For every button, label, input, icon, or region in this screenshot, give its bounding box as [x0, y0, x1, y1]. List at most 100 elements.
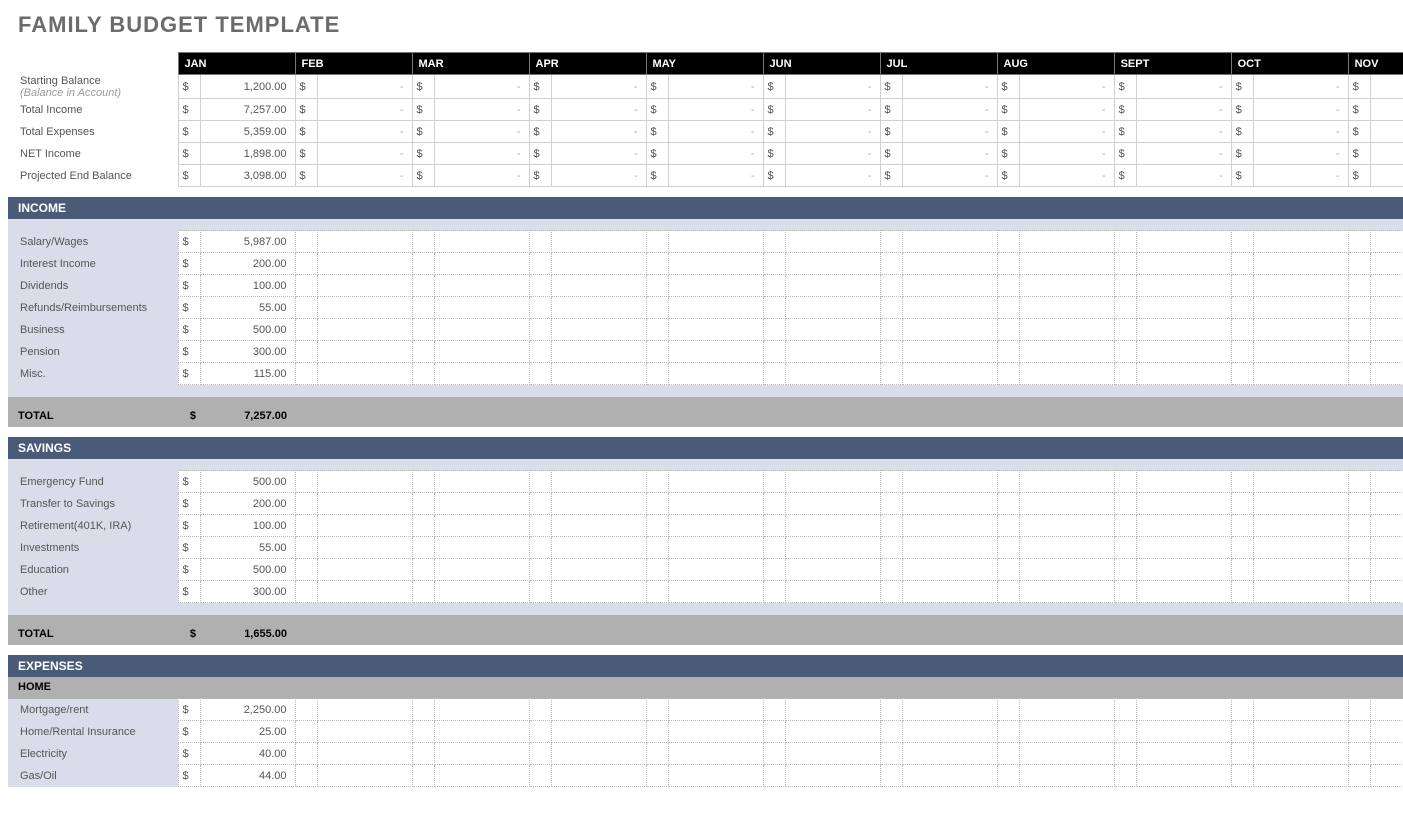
detail-empty[interactable] — [317, 765, 412, 787]
detail-currency[interactable]: $ — [178, 559, 200, 581]
summary-currency[interactable]: $ — [178, 121, 200, 143]
summary-currency[interactable]: $ — [880, 121, 902, 143]
detail-value[interactable]: 300.00 — [200, 341, 295, 363]
detail-empty[interactable] — [1114, 699, 1136, 721]
summary-currency[interactable]: $ — [529, 99, 551, 121]
detail-empty[interactable] — [997, 275, 1019, 297]
detail-empty[interactable] — [412, 341, 434, 363]
detail-empty[interactable] — [1231, 275, 1253, 297]
detail-empty[interactable] — [646, 231, 668, 253]
detail-empty[interactable] — [880, 537, 902, 559]
summary-value[interactable]: - — [1019, 75, 1114, 99]
summary-value[interactable]: - — [317, 143, 412, 165]
detail-empty[interactable] — [1019, 721, 1114, 743]
summary-value[interactable]: - — [434, 121, 529, 143]
detail-empty[interactable] — [668, 699, 763, 721]
summary-value[interactable]: - — [785, 99, 880, 121]
detail-empty[interactable] — [1019, 699, 1114, 721]
detail-currency[interactable]: $ — [178, 471, 200, 493]
detail-empty[interactable] — [1136, 699, 1231, 721]
summary-currency[interactable]: $ — [178, 165, 200, 187]
detail-empty[interactable] — [412, 765, 434, 787]
detail-empty[interactable] — [1253, 699, 1348, 721]
detail-empty[interactable] — [763, 721, 785, 743]
detail-empty[interactable] — [1370, 253, 1403, 275]
detail-empty[interactable] — [785, 581, 880, 603]
detail-empty[interactable] — [317, 341, 412, 363]
summary-value[interactable]: - — [1253, 121, 1348, 143]
detail-empty[interactable] — [412, 297, 434, 319]
detail-empty[interactable] — [1370, 275, 1403, 297]
detail-empty[interactable] — [668, 721, 763, 743]
detail-empty[interactable] — [1348, 515, 1370, 537]
detail-empty[interactable] — [785, 699, 880, 721]
summary-value[interactable]: - — [668, 143, 763, 165]
detail-value[interactable]: 55.00 — [200, 537, 295, 559]
detail-empty[interactable] — [880, 319, 902, 341]
detail-empty[interactable] — [1136, 319, 1231, 341]
detail-empty[interactable] — [317, 471, 412, 493]
summary-currency[interactable]: $ — [529, 121, 551, 143]
detail-currency[interactable]: $ — [178, 515, 200, 537]
detail-empty[interactable] — [902, 253, 997, 275]
detail-empty[interactable] — [1253, 537, 1348, 559]
summary-currency[interactable]: $ — [763, 99, 785, 121]
summary-value[interactable]: - — [1019, 165, 1114, 187]
detail-empty[interactable] — [763, 765, 785, 787]
detail-empty[interactable] — [668, 515, 763, 537]
detail-value[interactable]: 25.00 — [200, 721, 295, 743]
detail-empty[interactable] — [646, 341, 668, 363]
detail-empty[interactable] — [317, 253, 412, 275]
detail-empty[interactable] — [1348, 341, 1370, 363]
detail-empty[interactable] — [997, 721, 1019, 743]
detail-empty[interactable] — [529, 537, 551, 559]
detail-empty[interactable] — [785, 537, 880, 559]
detail-empty[interactable] — [1114, 363, 1136, 385]
detail-empty[interactable] — [434, 581, 529, 603]
detail-empty[interactable] — [551, 363, 646, 385]
detail-empty[interactable] — [1348, 559, 1370, 581]
detail-empty[interactable] — [785, 559, 880, 581]
detail-empty[interactable] — [1019, 493, 1114, 515]
detail-empty[interactable] — [412, 559, 434, 581]
detail-empty[interactable] — [1114, 231, 1136, 253]
detail-empty[interactable] — [997, 231, 1019, 253]
detail-currency[interactable]: $ — [178, 743, 200, 765]
summary-value[interactable]: - — [1136, 165, 1231, 187]
detail-empty[interactable] — [902, 363, 997, 385]
detail-empty[interactable] — [317, 319, 412, 341]
detail-empty[interactable] — [1136, 471, 1231, 493]
summary-currency[interactable]: $ — [295, 121, 317, 143]
summary-currency[interactable]: $ — [646, 165, 668, 187]
detail-empty[interactable] — [529, 319, 551, 341]
detail-empty[interactable] — [434, 297, 529, 319]
detail-empty[interactable] — [1114, 537, 1136, 559]
detail-empty[interactable] — [902, 721, 997, 743]
detail-value[interactable]: 40.00 — [200, 743, 295, 765]
summary-currency[interactable]: $ — [646, 99, 668, 121]
detail-empty[interactable] — [551, 275, 646, 297]
summary-value[interactable]: - — [1253, 75, 1348, 99]
summary-currency[interactable]: $ — [529, 75, 551, 99]
summary-value[interactable]: - — [1370, 75, 1403, 99]
detail-empty[interactable] — [1136, 341, 1231, 363]
detail-currency[interactable]: $ — [178, 537, 200, 559]
detail-empty[interactable] — [1114, 297, 1136, 319]
detail-currency[interactable]: $ — [178, 341, 200, 363]
detail-empty[interactable] — [551, 581, 646, 603]
summary-currency[interactable]: $ — [997, 99, 1019, 121]
detail-empty[interactable] — [1114, 319, 1136, 341]
summary-currency[interactable]: $ — [1348, 99, 1370, 121]
summary-value[interactable]: - — [1019, 121, 1114, 143]
detail-empty[interactable] — [1019, 559, 1114, 581]
detail-empty[interactable] — [668, 743, 763, 765]
detail-empty[interactable] — [551, 515, 646, 537]
detail-empty[interactable] — [880, 743, 902, 765]
detail-empty[interactable] — [1114, 275, 1136, 297]
summary-currency[interactable]: $ — [997, 75, 1019, 99]
detail-empty[interactable] — [529, 765, 551, 787]
detail-empty[interactable] — [551, 319, 646, 341]
detail-currency[interactable]: $ — [178, 319, 200, 341]
detail-empty[interactable] — [997, 537, 1019, 559]
summary-value[interactable]: - — [785, 121, 880, 143]
